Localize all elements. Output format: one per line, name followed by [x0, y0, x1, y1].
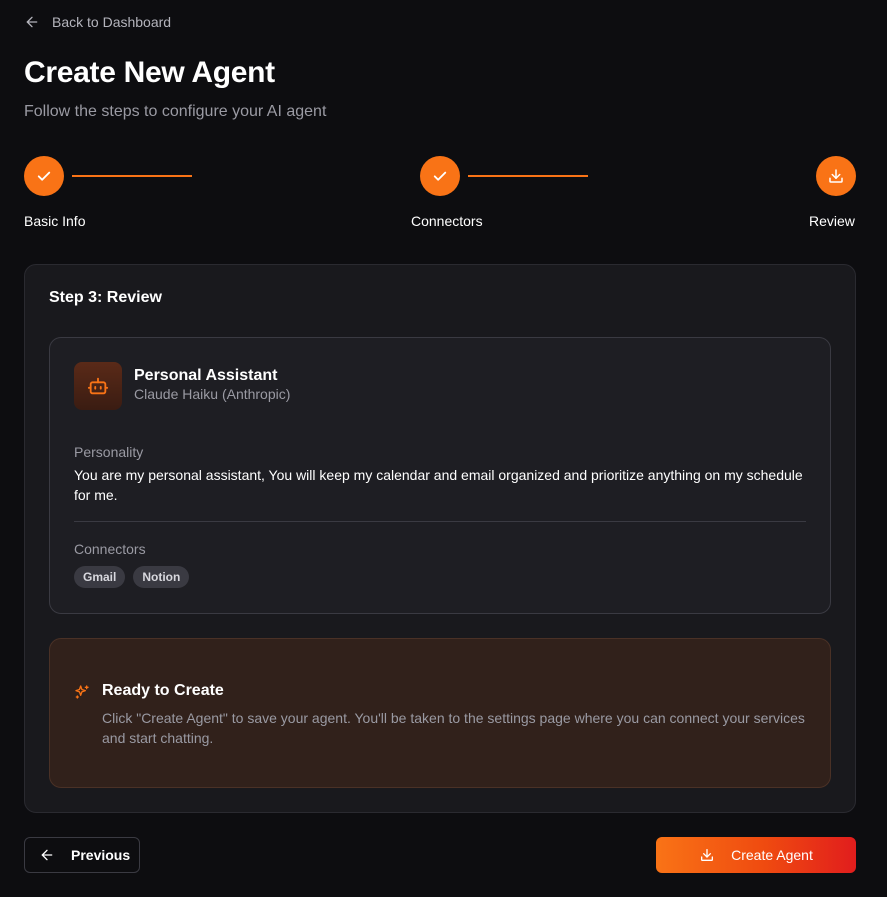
step-connector-line	[72, 175, 192, 177]
agent-summary: Personal Assistant Claude Haiku (Anthrop…	[49, 337, 831, 614]
previous-button[interactable]: Previous	[24, 837, 140, 873]
step-label-connectors: Connectors	[411, 213, 483, 229]
sparkles-icon	[75, 685, 89, 699]
back-link-label: Back to Dashboard	[52, 14, 172, 30]
step-connector-line	[468, 175, 588, 177]
check-icon	[433, 171, 447, 181]
create-agent-page: Back to Dashboard Create New Agent Follo…	[0, 0, 887, 897]
create-agent-button-label: Create Agent	[731, 847, 813, 863]
download-icon	[829, 169, 843, 183]
agent-name: Personal Assistant	[134, 367, 278, 384]
step-label-basic-info: Basic Info	[24, 213, 86, 229]
step-connectors-indicator	[420, 156, 460, 196]
step-review-indicator	[816, 156, 856, 196]
bot-icon	[87, 377, 109, 395]
arrow-left-icon	[26, 16, 38, 28]
review-card: Step 3: Review Personal Assistant Claude…	[24, 264, 856, 813]
arrow-left-icon	[41, 849, 53, 861]
divider	[74, 521, 806, 522]
create-agent-button[interactable]: Create Agent	[656, 837, 856, 873]
page-title: Create New Agent	[24, 56, 275, 89]
connector-tag-gmail: Gmail	[74, 566, 126, 588]
previous-button-label: Previous	[71, 847, 131, 863]
personality-label: Personality	[74, 444, 144, 460]
page-subtitle: Follow the steps to configure your AI ag…	[24, 103, 327, 120]
agent-avatar	[74, 362, 122, 410]
personality-text: You are my personal assistant, You will …	[74, 467, 803, 503]
review-step-title: Step 3: Review	[49, 289, 162, 306]
step-label-review: Review	[809, 213, 855, 229]
ready-title: Ready to Create	[102, 682, 224, 699]
back-to-dashboard-link[interactable]: Back to Dashboard	[24, 12, 171, 32]
connectors-label: Connectors	[74, 541, 146, 557]
download-icon	[701, 849, 714, 861]
ready-to-create-notice: Ready to Create Click "Create Agent" to …	[49, 638, 831, 788]
step-basic-info-indicator	[24, 156, 64, 196]
agent-model: Claude Haiku (Anthropic)	[134, 386, 291, 402]
ready-description: Click "Create Agent" to save your agent.…	[102, 710, 805, 746]
check-icon	[37, 171, 51, 181]
connector-tag-notion: Notion	[133, 566, 190, 588]
connector-tags: Gmail Notion	[74, 566, 190, 588]
